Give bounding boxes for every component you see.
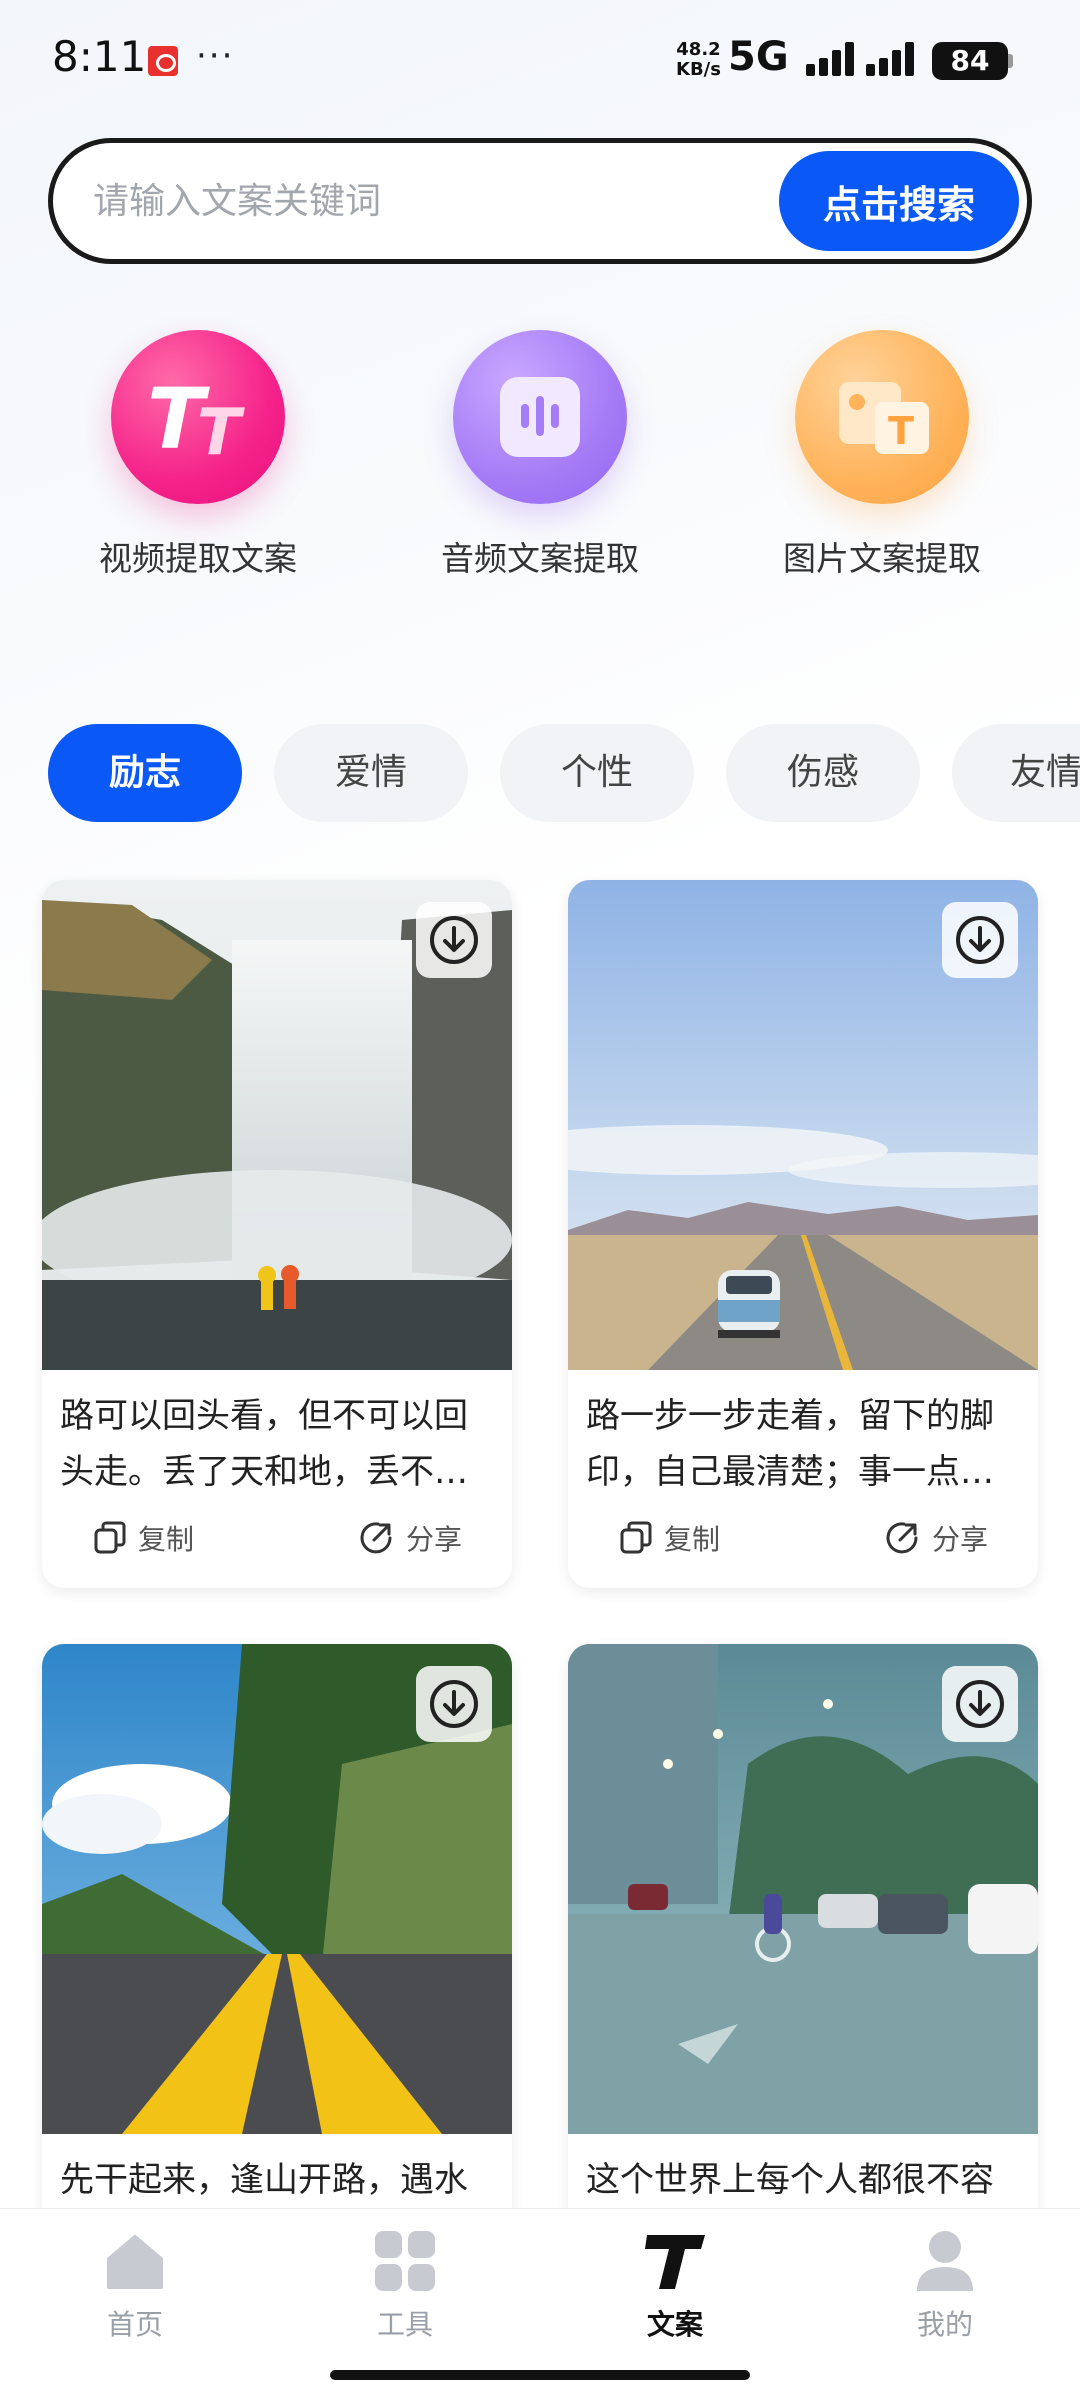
nav-label: 首页	[106, 2308, 163, 2341]
card-actions: 复制 分享	[42, 1500, 512, 1588]
tool-audio-extract[interactable]: 音频文案提取	[390, 330, 690, 580]
notification-icon	[148, 46, 178, 76]
battery-icon: 84	[932, 42, 1008, 80]
status-bar: 8:11 ··· 48.2 KB/s 5G 84	[0, 0, 1080, 120]
search-button[interactable]: 点击搜索	[779, 151, 1019, 251]
copy-button[interactable]: 复制	[618, 1518, 720, 1558]
card-image-waterfall	[42, 880, 512, 1370]
svg-text:T: T	[197, 396, 245, 470]
copy-icon	[94, 1521, 126, 1554]
screen: 8:11 ··· 48.2 KB/s 5G 84 点击搜索 T T	[0, 0, 1080, 2400]
card-image-mountain-road	[42, 1644, 512, 2134]
grid-icon	[373, 2229, 437, 2293]
nav-profile[interactable]: 我的	[845, 2229, 1045, 2343]
category-tab-inspirational[interactable]: 励志	[48, 724, 242, 822]
quote-card[interactable]: 这个世界上每个人都很不容	[568, 1644, 1038, 2264]
search-bar: 点击搜索	[48, 138, 1032, 264]
tool-image-extract[interactable]: T 图片文案提取	[732, 330, 1032, 580]
share-button[interactable]: 分享	[882, 1518, 988, 1558]
quote-line: 先干起来，逢山开路，遇水	[60, 2160, 468, 2200]
quote-card[interactable]: 路可以回头看，但不可以回 头走。丢了天和地，丢不… 复制 分享	[42, 880, 512, 1588]
more-notifications-icon: ···	[196, 36, 235, 76]
card-image-desert-road	[568, 880, 1038, 1370]
share-label: 分享	[931, 1523, 988, 1556]
nav-tools[interactable]: 工具	[305, 2229, 505, 2343]
download-icon[interactable]	[416, 1666, 492, 1742]
copy-button[interactable]: 复制	[92, 1518, 194, 1558]
quote-line: 印，自己最清楚；事一点…	[586, 1452, 994, 1492]
tool-label: 音频文案提取	[441, 539, 639, 578]
tool-video-extract[interactable]: T T 视频提取文案	[48, 330, 348, 580]
text-tt-icon: T T	[111, 330, 285, 504]
text-t-icon	[643, 2229, 707, 2293]
home-icon	[103, 2229, 167, 2293]
share-button[interactable]: 分享	[356, 1518, 462, 1558]
category-tab-friendship[interactable]: 友情	[952, 724, 1080, 822]
status-time: 8:11	[52, 32, 147, 81]
tool-shortcuts: T T 视频提取文案 音频文案提取 T 图片文案提取	[0, 330, 1080, 590]
audio-wave-icon	[453, 330, 627, 504]
network-type: 5G	[728, 34, 789, 80]
nav-home[interactable]: 首页	[35, 2229, 235, 2343]
net-speed: 48.2 KB/s	[676, 40, 721, 80]
signal-icon	[866, 40, 922, 76]
category-tab-love[interactable]: 爱情	[274, 724, 468, 822]
quote-text: 路一步一步走着，留下的脚 印，自己最清楚；事一点…	[568, 1370, 1038, 1500]
tool-label: 视频提取文案	[99, 539, 297, 578]
category-tab-personality[interactable]: 个性	[500, 724, 694, 822]
share-label: 分享	[405, 1523, 462, 1556]
home-indicator[interactable]	[330, 2370, 750, 2380]
download-icon[interactable]	[942, 1666, 1018, 1742]
nav-copywriting[interactable]: 文案	[575, 2229, 775, 2343]
search-input[interactable]	[93, 169, 773, 233]
nav-label: 文案	[646, 2308, 703, 2341]
quote-card[interactable]: 路一步一步走着，留下的脚 印，自己最清楚；事一点… 复制 分享	[568, 880, 1038, 1588]
card-image-rainy-street	[568, 1644, 1038, 2134]
quote-line: 头走。丢了天和地，丢不…	[60, 1452, 468, 1492]
image-text-icon: T	[795, 330, 969, 504]
nav-label: 我的	[916, 2308, 973, 2341]
card-actions: 复制 分享	[568, 1500, 1038, 1588]
download-icon[interactable]	[942, 902, 1018, 978]
copy-label: 复制	[138, 1523, 195, 1556]
category-tab-sad[interactable]: 伤感	[726, 724, 920, 822]
net-speed-unit: KB/s	[676, 59, 721, 80]
download-icon[interactable]	[416, 902, 492, 978]
signal-icon	[806, 40, 862, 76]
svg-text:T: T	[888, 409, 914, 453]
quote-card[interactable]: 先干起来，逢山开路，遇水	[42, 1644, 512, 2264]
copy-icon	[620, 1521, 652, 1554]
quote-line: 路一步一步走着，留下的脚	[586, 1396, 994, 1436]
share-icon	[360, 1522, 392, 1554]
tool-label: 图片文案提取	[783, 539, 981, 578]
user-icon	[913, 2229, 977, 2293]
quote-line: 路可以回头看，但不可以回	[60, 1396, 468, 1436]
battery-tip	[1008, 54, 1013, 68]
quote-line: 这个世界上每个人都很不容	[586, 2160, 994, 2200]
net-speed-value: 48.2	[676, 39, 721, 60]
quote-text: 路可以回头看，但不可以回 头走。丢了天和地，丢不…	[42, 1370, 512, 1500]
nav-label: 工具	[376, 2308, 433, 2341]
category-tabs: 励志 爱情 个性 伤感 友情	[0, 724, 1080, 824]
share-icon	[886, 1522, 918, 1554]
copy-label: 复制	[664, 1523, 721, 1556]
